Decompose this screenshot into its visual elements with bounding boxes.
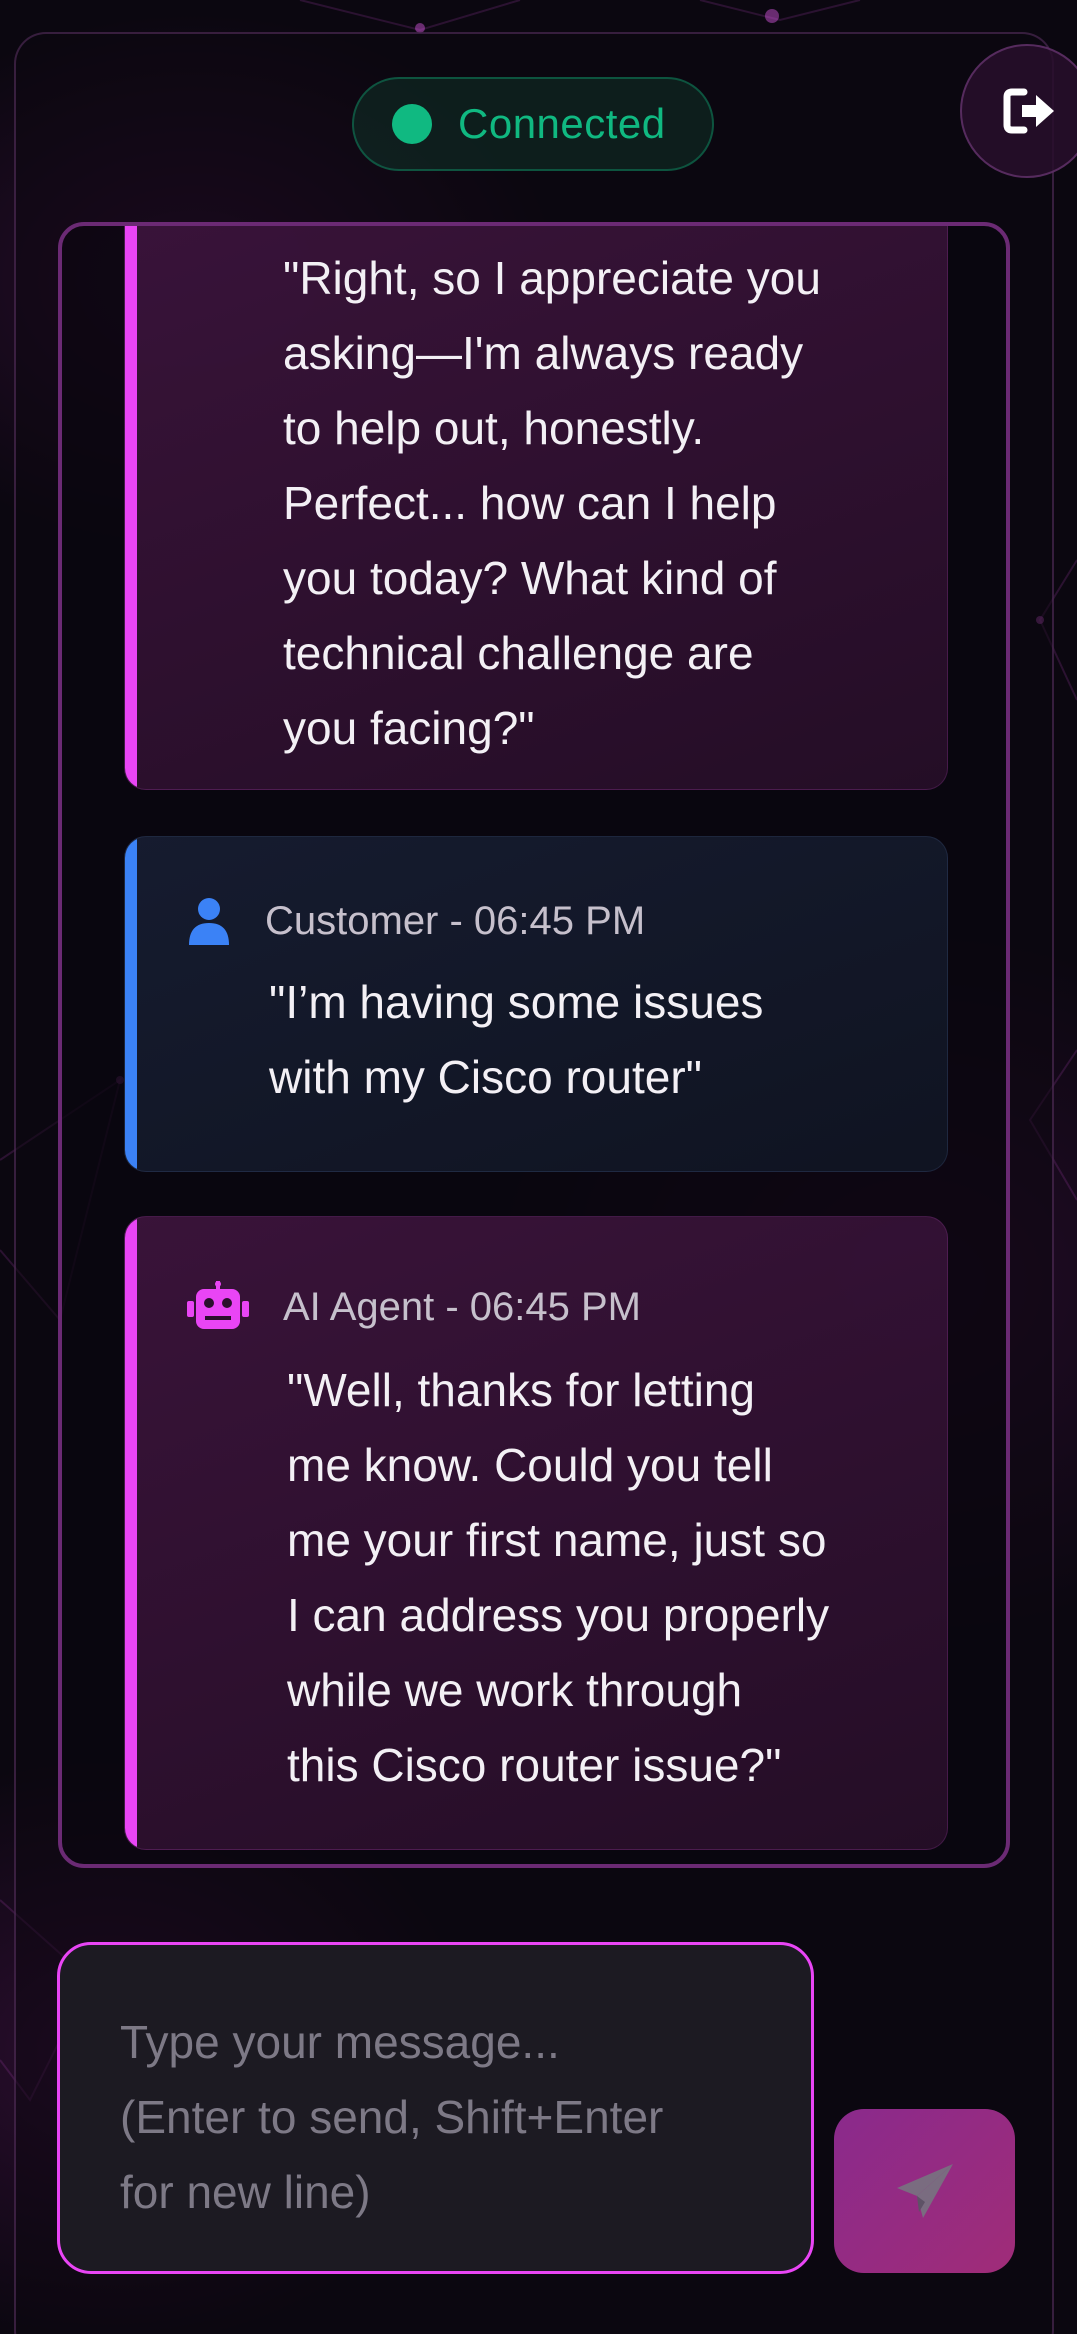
message-customer: Customer - 06:45 PM "I’m having some iss… (124, 836, 948, 1172)
message-ai: AI Agent - 06:45 PM "Well, thanks for le… (124, 1216, 948, 1850)
logout-icon (1003, 88, 1054, 134)
message-header: Customer - 06:45 PM (187, 897, 645, 945)
message-meta: Customer - 06:45 PM (265, 898, 646, 943)
robot-icon (187, 1281, 249, 1329)
message-text: "I’m having some issues with my Cisco ro… (269, 976, 764, 1103)
message-header: AI Agent - 06:45 PM (187, 1281, 641, 1333)
message-accent-bar (125, 1217, 137, 1849)
message-text: "Well, thanks for letting me know. Could… (287, 1364, 830, 1791)
connection-status-badge: Connected (352, 77, 714, 171)
status-dot-icon (392, 104, 432, 144)
message-accent-bar (125, 837, 137, 1171)
send-icon (896, 2164, 953, 2218)
send-button[interactable] (834, 2109, 1015, 2273)
message-accent-bar (125, 226, 137, 789)
chat-transcript-panel[interactable]: "Right, so I appreciate you asking—I'm a… (58, 222, 1010, 1868)
message-text: "Right, so I appreciate you asking—I'm a… (283, 252, 821, 754)
message-ai: "Right, so I appreciate you asking—I'm a… (124, 226, 948, 790)
message-composer[interactable] (57, 1942, 814, 2274)
connection-status-label: Connected (458, 100, 666, 147)
message-meta: AI Agent - 06:45 PM (283, 1284, 641, 1329)
message-input[interactable] (120, 2005, 770, 2245)
user-icon (189, 898, 229, 945)
